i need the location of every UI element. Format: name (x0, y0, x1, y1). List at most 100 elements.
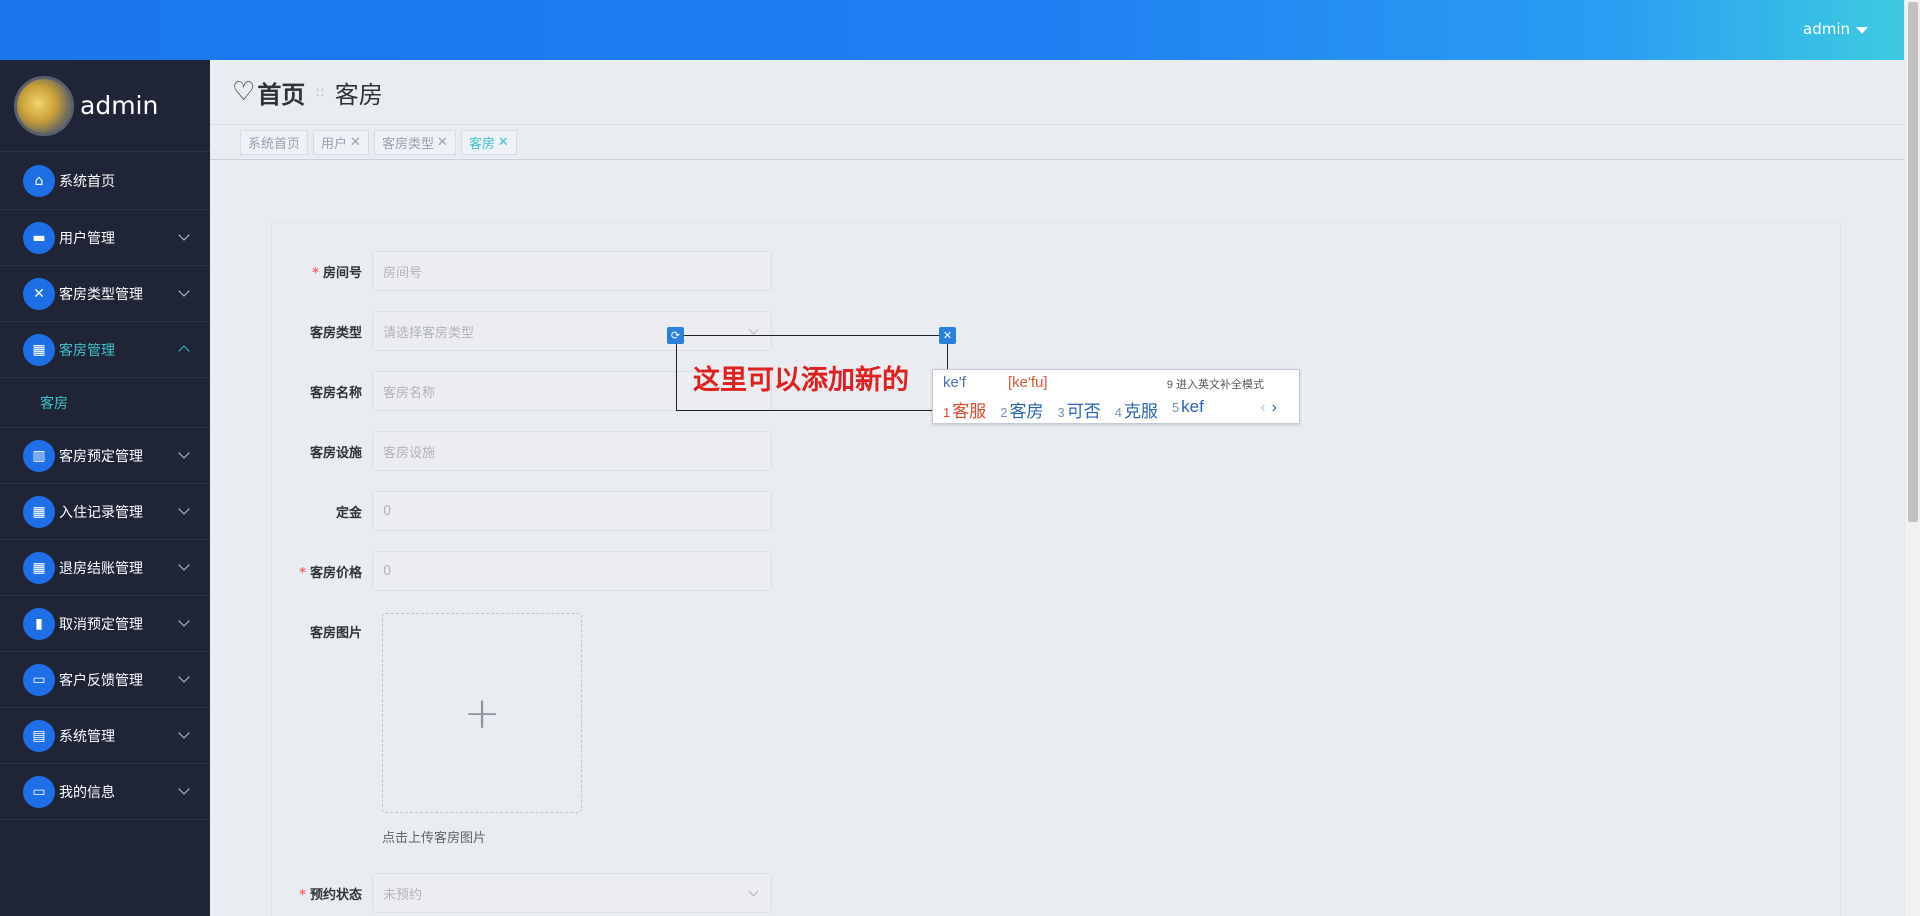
sidebar-profile: admin (0, 60, 210, 152)
upload-hint: 点击上传客房图片 (382, 831, 487, 846)
refresh-icon[interactable]: ⟳ (667, 327, 684, 344)
ime-candidate-text: 克服 (1123, 402, 1158, 421)
sidebar-item-label: 客户反馈管理 (59, 672, 143, 689)
close-icon[interactable]: ✕ (939, 327, 956, 344)
ime-candidate[interactable]: 2 客房 (1000, 397, 1043, 422)
ime-candidate[interactable]: 5 kef (1172, 397, 1204, 422)
sidebar-item-label: 用户管理 (59, 230, 115, 247)
tab-label: 用户 (321, 137, 348, 152)
sidebar-item-label: 入住记录管理 (59, 504, 143, 521)
chevron-left-icon[interactable]: ‹ (1260, 399, 1265, 416)
sidebar-item-label: 客房预定管理 (59, 448, 143, 465)
ime-candidate-text: 客房 (1009, 402, 1044, 421)
sidebar-item[interactable]: ▤ 系统管理 (0, 708, 210, 764)
ime-input: ke'f (943, 374, 966, 391)
facilities-label: 客房设施 (309, 445, 362, 461)
room-no-label: * 房间号 (312, 265, 362, 281)
avatar (14, 75, 74, 136)
tab[interactable]: 用户 ✕ (313, 130, 369, 155)
sidebar-item-label: 客房类型管理 (59, 286, 143, 303)
image-upload-box[interactable]: + (382, 613, 582, 813)
ime-candidate[interactable]: 4 克服 (1115, 397, 1158, 422)
sidebar-item[interactable]: ▦ 客房管理 (0, 322, 210, 378)
breadcrumb-home[interactable]: 首页 (257, 75, 305, 110)
ime-candidate-window: ke'f [ke'fu] 9 进入英文补全模式 1 客服 2 客房 3 可否 4 克服 5 kef… (932, 369, 1300, 424)
chevron-down-icon (178, 559, 190, 571)
document-icon: ▤ (23, 719, 55, 752)
profile-name: admin (80, 91, 159, 120)
grid-icon: ▦ (23, 495, 55, 528)
ime-candidate-text: kef (1181, 397, 1204, 416)
chevron-down-icon (178, 615, 190, 627)
ime-candidate-number: 3 (1057, 405, 1065, 420)
close-icon[interactable]: ✕ (350, 135, 361, 150)
price-row: * 客房价格 0 (272, 551, 1072, 591)
sidebar-subitem-label: 客房 (40, 395, 68, 412)
close-icon[interactable]: ✕ (437, 135, 448, 150)
sidebar-item-label: 取消预定管理 (59, 616, 143, 633)
reserve-status-select[interactable]: 未预约 (372, 873, 772, 913)
chevron-down-icon (178, 229, 190, 241)
sidebar-item[interactable]: ▥ 客房预定管理 (0, 428, 210, 484)
monitor-icon: ▭ (23, 663, 55, 696)
tab[interactable]: 系统首页 (240, 130, 309, 155)
room-no-input[interactable]: 房间号 (372, 251, 772, 291)
screenshot-annotation-box[interactable]: 这里可以添加新的 (676, 335, 948, 411)
chevron-down-icon (178, 727, 190, 739)
caret-down-icon (1856, 26, 1868, 34)
price-input[interactable]: 0 (372, 551, 772, 591)
ime-candidate-number: 1 (943, 405, 951, 420)
room-no-row: * 房间号 房间号 (272, 251, 1072, 291)
facilities-row: 客房设施 客房设施 (272, 431, 1072, 471)
sidebar-item[interactable]: ▮ 取消预定管理 (0, 596, 210, 652)
image-label: 客房图片 (309, 625, 362, 641)
chevron-down-icon (178, 783, 190, 795)
ime-candidate-text: 客服 (952, 402, 987, 421)
sidebar-menu: ⌂ 系统首页 ▬ 用户管理 ✕ 客房类型管理 ▦ 客房管理 客房 ▥ 客房预定管理 ▦ 入住记录管理 ▦ 退… (0, 152, 210, 820)
sidebar-item[interactable]: ▦ 退房结账管理 (0, 540, 210, 596)
sidebar-item[interactable]: ▦ 入住记录管理 (0, 484, 210, 540)
deposit-input[interactable]: 0 (372, 491, 772, 531)
heart-icon: ♡ (232, 77, 256, 107)
ime-candidate[interactable]: 3 可否 (1057, 397, 1100, 422)
sidebar-item-label: 系统首页 (59, 173, 115, 190)
sidebar-item[interactable]: ✕ 客房类型管理 (0, 266, 210, 322)
bar-chart-icon: ▮ (23, 607, 55, 640)
form-card: * 房间号 房间号 客房类型 请选择客房类型 客房名称 客房名称 客房设施 客房设… (271, 222, 1841, 916)
facilities-input[interactable]: 客房设施 (372, 431, 772, 471)
scrollbar-thumb[interactable] (1908, 2, 1918, 522)
chevron-down-icon (748, 324, 759, 335)
book-icon: ▥ (23, 439, 55, 472)
tab[interactable]: 客房 ✕ (460, 130, 517, 155)
user-name: admin (1803, 20, 1850, 38)
sidebar-item[interactable]: ▬ 用户管理 (0, 210, 210, 266)
sidebar-item-label: 退房结账管理 (59, 560, 143, 577)
tab[interactable]: 客房类型 ✕ (373, 130, 456, 155)
chevron-right-icon[interactable]: › (1272, 399, 1277, 416)
sidebar-item[interactable]: ▭ 我的信息 (0, 764, 210, 820)
sidebar-subitem[interactable]: 客房 (0, 378, 210, 428)
reserve-status-row: * 预约状态 未预约 (272, 873, 1072, 913)
sidebar-item[interactable]: ⌂ 系统首页 (0, 152, 210, 210)
deposit-row: 定金 0 (272, 491, 1072, 531)
tabs-bar: 系统首页 用户 ✕ 客房类型 ✕ 客房 ✕ (210, 125, 1904, 160)
grid-icon: ▦ (23, 333, 55, 366)
briefcase-icon: ▬ (23, 221, 55, 254)
grid-icon: ▦ (23, 551, 55, 584)
tab-label: 系统首页 (248, 137, 301, 152)
room-type-label: 客房类型 (309, 325, 362, 341)
plus-icon: + (463, 687, 501, 739)
sidebar-item-label: 我的信息 (59, 784, 115, 801)
vertical-scrollbar[interactable] (1904, 0, 1920, 916)
price-label: * 客房价格 (299, 565, 362, 581)
sidebar: admin ⌂ 系统首页 ▬ 用户管理 ✕ 客房类型管理 ▦ 客房管理 客房 ▥ 客房预定管理 ▦ 入住… (0, 60, 210, 916)
ime-candidates: 1 客服 2 客房 3 可否 4 克服 5 kef (943, 397, 1204, 422)
ime-candidate[interactable]: 1 客服 (943, 397, 986, 422)
close-icon[interactable]: ✕ (498, 135, 509, 150)
sidebar-item[interactable]: ▭ 客户反馈管理 (0, 652, 210, 708)
chevron-down-icon (748, 886, 759, 897)
user-menu[interactable]: admin (1803, 20, 1868, 38)
clipboard-icon: ✕ (23, 277, 55, 310)
chevron-up-icon (178, 345, 190, 357)
ime-hint: 9 进入英文补全模式 (1166, 379, 1264, 391)
